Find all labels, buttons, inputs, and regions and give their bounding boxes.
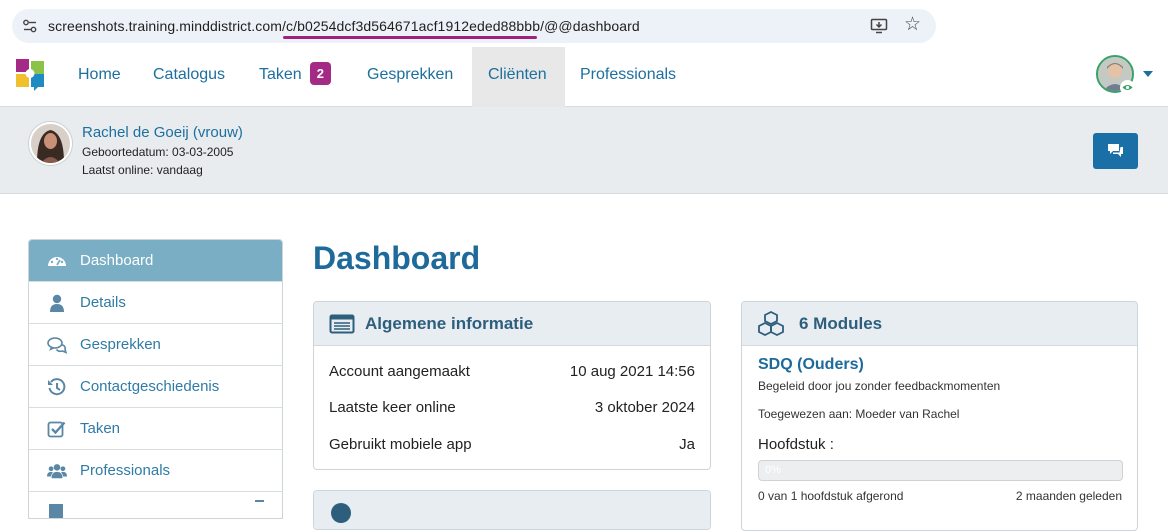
panel-header: Algemene informatie <box>314 302 710 346</box>
users-icon <box>47 464 67 479</box>
client-birthdate: Geboortedatum: 03-03-2005 <box>82 145 234 159</box>
panel-title: Algemene informatie <box>365 314 534 333</box>
panel-title: 6 Modules <box>799 314 883 333</box>
modules-panel: 6 Modules SDQ (Ouders) Begeleid door jou… <box>741 301 1138 531</box>
sidebar-item-label: Contactgeschiedenis <box>80 378 220 395</box>
module-timestamp: 2 maanden geleden <box>1015 489 1122 503</box>
url-text[interactable]: screenshots.training.minddistrict.com/c/… <box>48 18 640 34</box>
nav-clienten[interactable]: Cliënten <box>472 47 565 107</box>
chapters-completed: 0 van 1 hoofdstuk afgerond <box>758 489 904 503</box>
sidebar-item-dashboard[interactable]: Dashboard <box>29 240 282 282</box>
install-app-icon[interactable] <box>870 17 888 35</box>
id-card-icon <box>329 314 355 334</box>
taken-count-badge: 2 <box>309 62 331 85</box>
sidebar-item-details[interactable]: Details <box>29 282 282 324</box>
sidebar-item-label: Details <box>80 294 126 311</box>
info-label: Account aangemaakt <box>329 363 470 380</box>
nav-professionals[interactable]: Professionals <box>565 47 691 107</box>
site-settings-icon[interactable] <box>22 18 38 34</box>
chat-icon <box>1108 144 1123 157</box>
info-label: Laatste keer online <box>329 399 456 416</box>
sidebar-item-label: Taken <box>80 420 121 437</box>
nav-taken[interactable]: Taken 2 <box>244 47 346 107</box>
sidebar-item-gesprekken[interactable]: Gesprekken <box>29 324 282 366</box>
sidebar-item-label: Professionals <box>80 462 171 479</box>
module-assigned: Toegewezen aan: Moeder van Rachel <box>758 407 960 421</box>
client-name[interactable]: Rachel de Goeij (vrouw) <box>82 124 243 141</box>
module-progress-bar: 0% <box>758 460 1123 481</box>
minddistrict-logo[interactable] <box>16 59 46 91</box>
chevron-down-icon[interactable] <box>1143 71 1153 77</box>
module-description: Begeleid door jou zonder feedbackmomente… <box>758 379 1001 393</box>
main-navigation: Home Catalogus Taken 2 Gesprekken Cliënte… <box>0 47 1168 107</box>
cubes-icon <box>758 310 784 337</box>
panel-header <box>314 491 710 529</box>
sidebar-item-label: Gesprekken <box>80 336 161 353</box>
puzzle-icon <box>49 504 63 518</box>
info-value: 10 aug 2021 14:56 <box>569 363 695 380</box>
nav-home[interactable]: Home <box>63 47 136 107</box>
dashboard-icon <box>48 257 66 266</box>
client-last-online: Laatst online: vandaag <box>82 163 203 177</box>
client-header: Rachel de Goeij (vrouw) Geboortedatum: 0… <box>0 107 1168 194</box>
general-info-panel: Algemene informatie Account aangemaakt 1… <box>313 301 711 470</box>
sidebar-item-more[interactable] <box>29 492 282 518</box>
expand-indicator-icon <box>255 500 264 502</box>
client-sidebar: Dashboard Details Gesprekken Contactgesc… <box>28 239 283 519</box>
open-chat-button[interactable] <box>1093 133 1138 169</box>
info-value: 3 oktober 2024 <box>594 399 695 416</box>
info-label: Gebruikt mobiele app <box>329 436 472 453</box>
page-title: Dashboard <box>313 240 481 276</box>
url-highlight-underline <box>283 36 537 39</box>
sidebar-item-contactgeschiedenis[interactable]: Contactgeschiedenis <box>29 366 282 408</box>
progress-text: 0% <box>765 464 781 476</box>
next-panel <box>313 490 711 530</box>
sidebar-item-label: Dashboard <box>80 252 154 269</box>
panel-icon <box>331 503 351 523</box>
chat-bubbles-icon <box>47 337 67 354</box>
bookmark-star-icon[interactable]: ☆ <box>904 15 921 35</box>
nav-catalogus[interactable]: Catalogus <box>138 47 240 107</box>
checkbox-icon <box>47 421 66 438</box>
sidebar-item-taken[interactable]: Taken <box>29 408 282 450</box>
panel-header: 6 Modules <box>742 302 1137 346</box>
browser-toolbar: screenshots.training.minddistrict.com/c/… <box>0 0 1168 47</box>
sidebar-item-professionals[interactable]: Professionals <box>29 450 282 492</box>
module-title-link[interactable]: SDQ (Ouders) <box>758 356 864 374</box>
eye-icon <box>1120 80 1135 95</box>
user-icon <box>50 294 64 312</box>
client-avatar <box>29 122 72 165</box>
nav-gesprekken[interactable]: Gesprekken <box>352 47 468 107</box>
chapter-label: Hoofdstuk : <box>758 436 834 453</box>
history-icon <box>48 378 66 396</box>
info-value: Ja <box>679 436 695 453</box>
